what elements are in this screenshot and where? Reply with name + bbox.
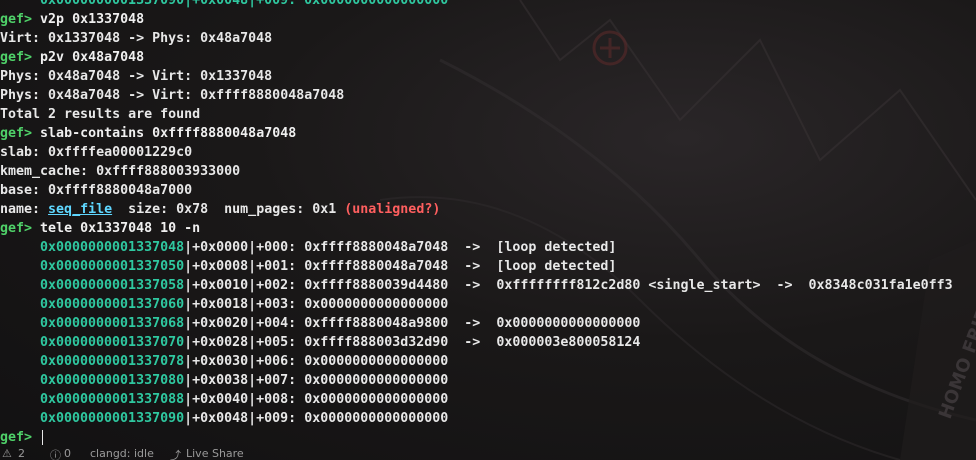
command-text: v2p 0x1337048 bbox=[40, 12, 145, 27]
tele-row: 0x0000000001337090|+0x0048|+009: 0x00000… bbox=[0, 409, 976, 428]
tele-address: 0x0000000001337050 bbox=[40, 259, 185, 274]
tele-address: 0x0000000001337080 bbox=[40, 373, 185, 388]
tele-value: |+0x0000|+000: 0xffff8880048a7048 -> [lo… bbox=[184, 240, 617, 255]
warning-count[interactable]: 2 bbox=[18, 447, 25, 460]
tele-row: 0x0000000001337050|+0x0008|+001: 0xffff8… bbox=[0, 257, 976, 276]
text-cursor bbox=[42, 429, 44, 445]
live-share-icon[interactable]: ⤴ bbox=[170, 447, 181, 460]
output-line: Phys: 0x48a7048 -> Virt: 0x1337048 bbox=[0, 69, 273, 84]
output-line: slab: 0xffffea00001229c0 bbox=[0, 145, 193, 160]
terminal-line: gef> tele 0x1337048 10 -n bbox=[0, 219, 976, 238]
tele-address: 0x0000000001337048 bbox=[40, 240, 185, 255]
current-prompt-line[interactable]: gef> bbox=[0, 428, 976, 447]
output-line: kmem_cache: 0xffff888003933000 bbox=[0, 164, 241, 179]
tele-value: |+0x0020|+004: 0xffff8880048a9800 -> 0x0… bbox=[184, 316, 641, 331]
tele-value: |+0x0028|+005: 0xffff888003d32d90 -> 0x0… bbox=[184, 335, 641, 350]
tele-address: 0x0000000001337078 bbox=[40, 354, 185, 369]
command-text: tele 0x1337048 10 -n bbox=[40, 221, 201, 236]
tele-value: |+0x0048|+009: 0x0000000000000000 bbox=[184, 411, 449, 426]
tele-value: |+0x0018|+003: 0x0000000000000000 bbox=[184, 297, 449, 312]
prompt: gef> bbox=[0, 221, 33, 236]
name-line: name: seq_file size: 0x78 num_pages: 0x1… bbox=[0, 200, 976, 219]
size-info: size: 0x78 num_pages: 0x1 bbox=[112, 202, 345, 217]
tele-value: |+0x0040|+008: 0x0000000000000000 bbox=[184, 392, 449, 407]
lsp-status[interactable]: clangd: idle bbox=[90, 447, 154, 460]
tele-row: 0x0000000001337060|+0x0018|+003: 0x00000… bbox=[0, 295, 976, 314]
output-line: Virt: 0x1337048 -> Phys: 0x48a7048 bbox=[0, 31, 273, 46]
tele-value: |+0x0038|+007: 0x0000000000000000 bbox=[184, 373, 449, 388]
output-line: Phys: 0x48a7048 -> Virt: 0xffff8880048a7… bbox=[0, 88, 345, 103]
tele-address: 0x0000000001337070 bbox=[40, 335, 185, 350]
terminal[interactable]: 0x0000000001337090|+0x0048|+009: 0x00000… bbox=[0, 0, 976, 447]
status-bar: ⚠ 2 ⓘ 0 clangd: idle ⤴ Live Share bbox=[0, 446, 976, 460]
terminal-line: 0x0000000001337090|+0x0048|+009: 0x00000… bbox=[0, 0, 976, 10]
prompt: gef> bbox=[0, 430, 33, 445]
seq-file-link[interactable]: seq_file bbox=[48, 202, 112, 217]
tele-row: 0x0000000001337080|+0x0038|+007: 0x00000… bbox=[0, 371, 976, 390]
terminal-line: gef> v2p 0x1337048 bbox=[0, 10, 976, 29]
prompt: gef> bbox=[0, 12, 33, 27]
tele-row: 0x0000000001337048|+0x0000|+000: 0xffff8… bbox=[0, 238, 976, 257]
live-share-label[interactable]: Live Share bbox=[186, 447, 244, 460]
tele-address: 0x0000000001337068 bbox=[40, 316, 185, 331]
terminal-line: gef> slab-contains 0xffff8880048a7048 bbox=[0, 124, 976, 143]
tele-row: 0x0000000001337088|+0x0040|+008: 0x00000… bbox=[0, 390, 976, 409]
info-count[interactable]: 0 bbox=[64, 447, 71, 460]
tele-row: 0x0000000001337078|+0x0030|+006: 0x00000… bbox=[0, 352, 976, 371]
tele-partial-line: 0x0000000001337090|+0x0048|+009: 0x00000… bbox=[40, 0, 449, 8]
tele-value: |+0x0008|+001: 0xffff8880048a7048 -> [lo… bbox=[184, 259, 617, 274]
tele-value: |+0x0010|+002: 0xffff8880039d4480 -> 0xf… bbox=[184, 278, 953, 293]
output-line: base: 0xffff8880048a7000 bbox=[0, 183, 193, 198]
tele-row: 0x0000000001337058|+0x0010|+002: 0xffff8… bbox=[0, 276, 976, 295]
terminal-line: gef> p2v 0x48a7048 bbox=[0, 48, 976, 67]
warning-icon[interactable]: ⚠ bbox=[2, 447, 12, 460]
tele-address: 0x0000000001337090 bbox=[40, 411, 185, 426]
prompt: gef> bbox=[0, 126, 33, 141]
tele-address: 0x0000000001337088 bbox=[40, 392, 185, 407]
tele-value: |+0x0030|+006: 0x0000000000000000 bbox=[184, 354, 449, 369]
tele-address: 0x0000000001337060 bbox=[40, 297, 185, 312]
unaligned-warning: (unaligned?) bbox=[344, 202, 441, 217]
name-prefix: name: bbox=[0, 202, 49, 217]
command-text: slab-contains 0xffff8880048a7048 bbox=[40, 126, 297, 141]
tele-row: 0x0000000001337070|+0x0028|+005: 0xffff8… bbox=[0, 333, 976, 352]
tele-row: 0x0000000001337068|+0x0020|+004: 0xffff8… bbox=[0, 314, 976, 333]
output-line: Total 2 results are found bbox=[0, 107, 201, 122]
info-icon[interactable]: ⓘ bbox=[50, 447, 61, 460]
prompt: gef> bbox=[0, 50, 33, 65]
tele-address: 0x0000000001337058 bbox=[40, 278, 185, 293]
command-text: p2v 0x48a7048 bbox=[40, 50, 145, 65]
